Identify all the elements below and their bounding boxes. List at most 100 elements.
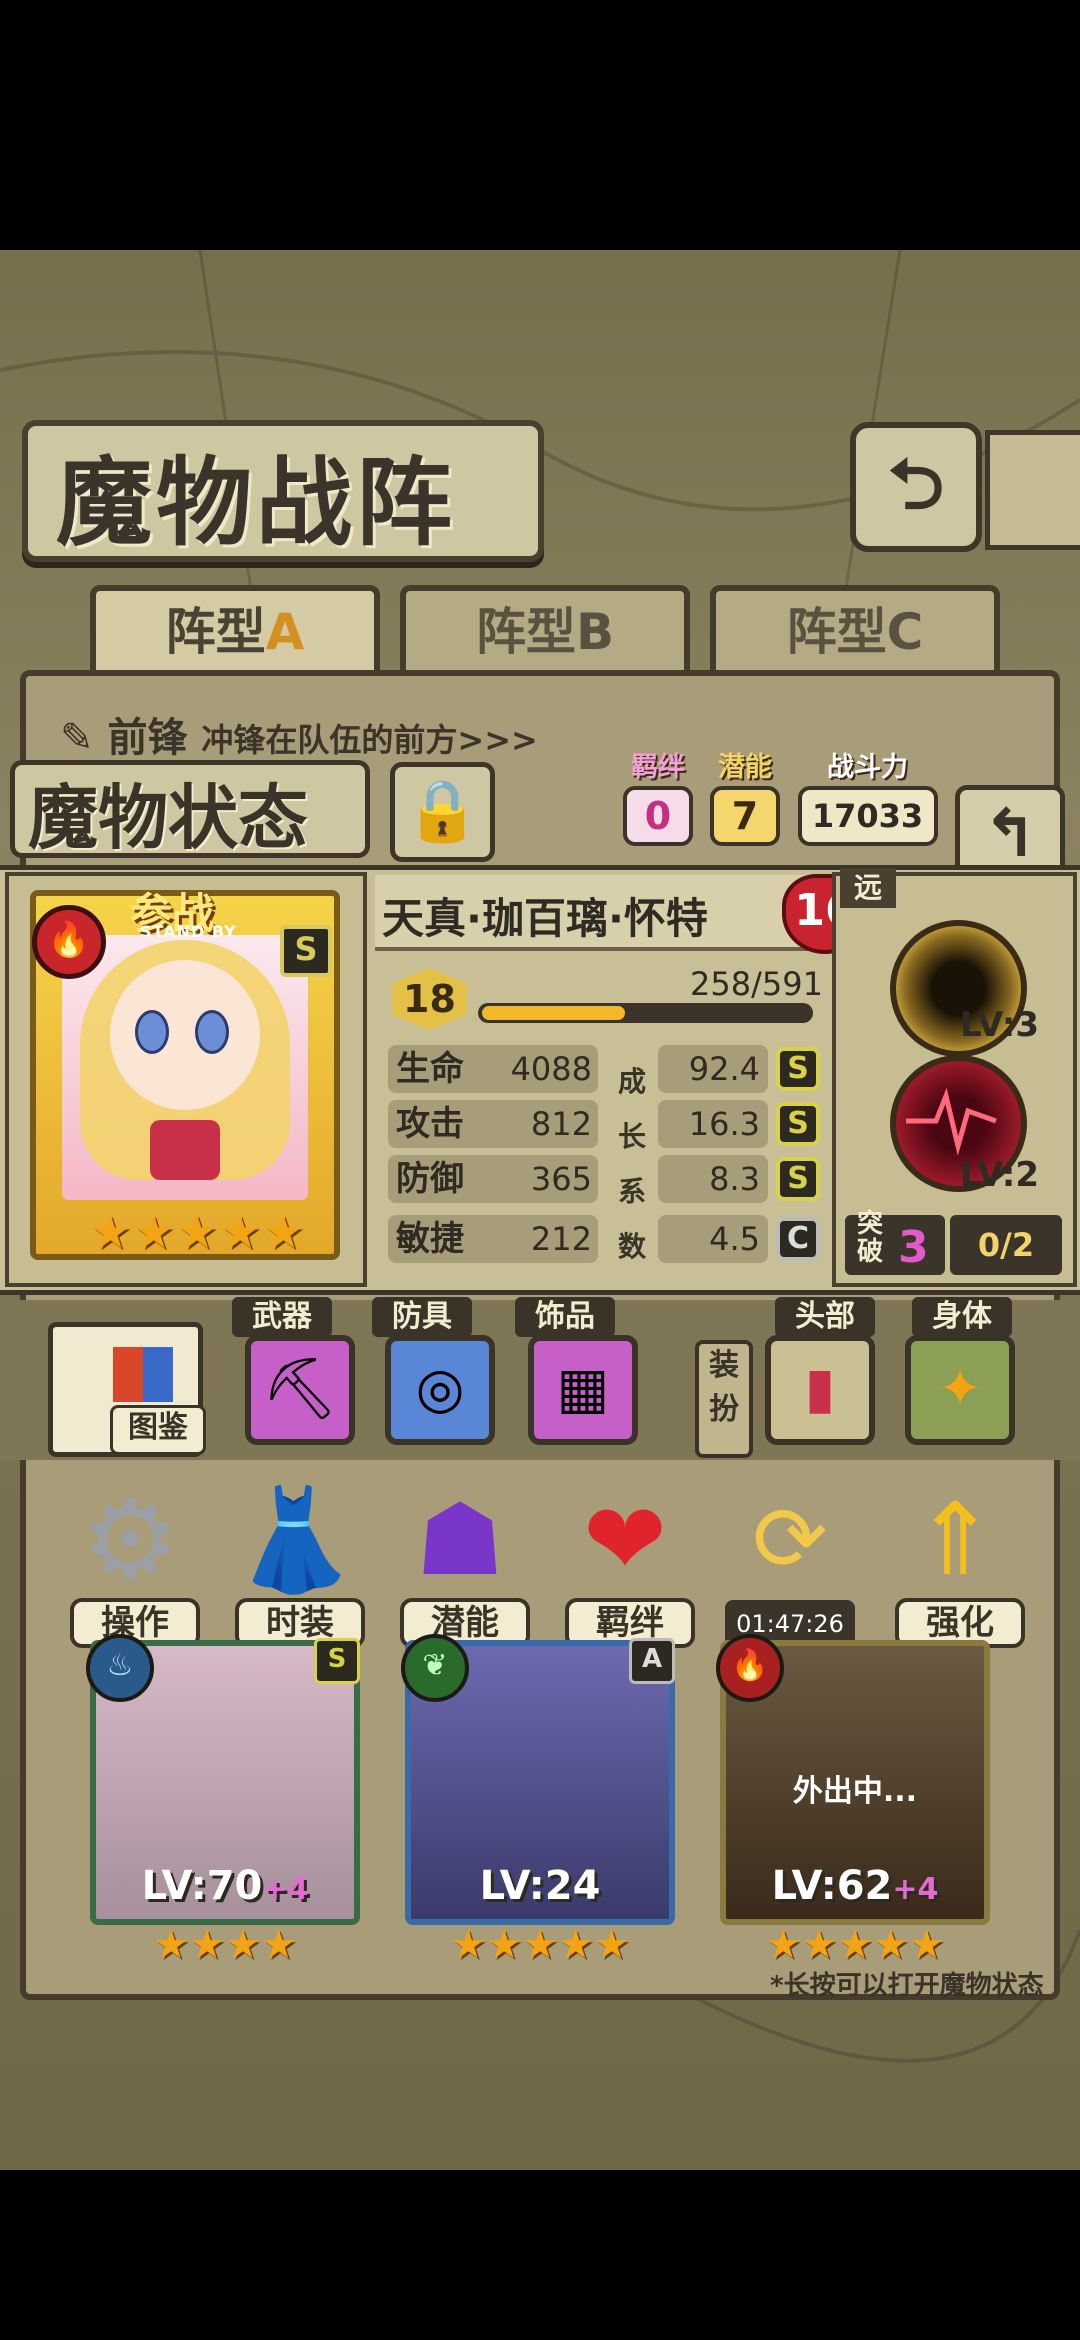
armor-label: 防具 (372, 1297, 472, 1337)
power-value: 17033 (797, 786, 938, 846)
tab-formation-b[interactable]: 阵型B (400, 585, 690, 680)
status-bar-area (0, 0, 1080, 250)
standby-en: STAND BY (140, 922, 237, 941)
stat-growth: 8.3 (658, 1155, 768, 1203)
stat-grade: S (776, 1157, 820, 1201)
weapon-slot[interactable]: ⛏ (245, 1335, 355, 1445)
stat-growth: 16.3 (658, 1100, 768, 1148)
head-label: 头部 (775, 1297, 875, 1337)
stat-value: 4088 (510, 1050, 592, 1088)
growth-label-3: 系 (618, 1175, 647, 1208)
team-level: LV:62+4 (771, 1863, 939, 1909)
back-arrow-icon: ⮌ (887, 443, 945, 525)
exp-bar-fill (482, 1006, 625, 1020)
team-grade: S (314, 1638, 360, 1684)
character-face (110, 960, 260, 1110)
stat-growth: 4.5 (658, 1215, 768, 1263)
book-pages (113, 1347, 173, 1402)
hearts-icon: ❤ (583, 1481, 667, 1598)
head-slot[interactable]: ▮ (765, 1335, 875, 1445)
weapon-label: 武器 (232, 1297, 332, 1337)
team-row: ♨ S LV:70+4 ★★★★ ❦ A LV:24 ★★★★★ 🔥 外出中..… (60, 1634, 1060, 1970)
team-grade: A (629, 1638, 675, 1684)
formation-tabs: 阵型A 阵型B 阵型C (40, 585, 1040, 680)
hint-text: *长按可以打开魔物状态 (770, 1971, 1044, 2001)
lock-button[interactable]: 🔒 (390, 762, 495, 862)
book-label: 图鉴 (110, 1405, 206, 1455)
leaf-element-icon: ❦ (401, 1634, 469, 1702)
accessory-label: 饰品 (515, 1297, 615, 1337)
team-stars: ★★★★★ (765, 1922, 945, 1968)
team-card[interactable]: ❦ A LV:24 (401, 1634, 675, 1925)
character-eye-right (195, 1010, 229, 1054)
talisman-icon: ▮ (804, 1356, 836, 1421)
water-element-icon: ♨ (86, 1634, 154, 1702)
front-row-label: ✎ 前锋 冲锋在队伍的前方>>> (60, 715, 538, 761)
potential-value: 7 (710, 786, 780, 846)
stat-value: 365 (530, 1160, 592, 1198)
tab-formation-c[interactable]: 阵型C (710, 585, 1000, 680)
fire-element-icon: 🔥 (716, 1634, 784, 1702)
power-stat: 战斗力 17033 (795, 745, 940, 855)
range-tag: 远 (840, 868, 896, 908)
team-card[interactable]: 🔥 外出中... LV:62+4 (716, 1634, 990, 1925)
scythe-icon: ⛏ (261, 1354, 339, 1424)
breakthrough-progress: 0/2 (950, 1215, 1062, 1275)
refresh-icon: ⟳ (752, 1487, 828, 1592)
stat-value: 812 (530, 1105, 592, 1143)
return-arrow-icon: ↰ (982, 795, 1038, 872)
body-label: 身体 (912, 1297, 1012, 1337)
tab-formation-a[interactable]: 阵型A (90, 585, 380, 680)
page-title: 魔物战阵 (56, 447, 456, 559)
team-stars: ★★★★★ (450, 1922, 630, 1968)
stat-row-atk: 攻击 812 16.3 S (388, 1100, 820, 1148)
fire-element-icon: 🔥 (32, 905, 106, 979)
nav-bar-area (0, 2170, 1080, 2340)
stat-growth: 92.4 (658, 1045, 768, 1093)
card-grade: S (280, 925, 332, 977)
growth-label-2: 长 (618, 1120, 647, 1153)
armor-slot[interactable]: ◎ (385, 1335, 495, 1445)
action-menu: ⚙ 操作 👗 时装 ☗ 潜能 ❤ 羁绊 ⟳ 01:47:26 ⇑ 强化 (0, 1480, 1080, 1650)
potential-label: 潜能 (718, 752, 772, 783)
team-level: LV:70+4 (141, 1863, 309, 1909)
dress-icon: 👗 (232, 1481, 358, 1598)
team-stars: ★★★★ (153, 1922, 297, 1968)
growth-label-1: 成 (618, 1065, 647, 1098)
stat-value: 212 (530, 1220, 592, 1258)
bond-stat: 羁绊 0 (618, 745, 698, 855)
card-stars: ★★★★★ (90, 1205, 307, 1259)
side-strip (985, 430, 1080, 550)
shadow-demon-icon: ☗ (415, 1481, 505, 1598)
gear-icon: ⚙ (80, 1476, 180, 1604)
tablet-icon: ▦ (556, 1356, 610, 1421)
bond-label: 羁绊 (631, 752, 685, 783)
stat-grade: C (776, 1217, 820, 1261)
skill-level: LV:3 (960, 1005, 1040, 1045)
stars-icon: ✦ (938, 1359, 982, 1419)
back-button[interactable]: ⮌ (850, 422, 982, 552)
away-status: 外出中... (792, 1774, 918, 1809)
lock-icon: 🔒 (405, 776, 480, 846)
character-eye-left (135, 1010, 169, 1054)
growth-label-4: 数 (618, 1230, 647, 1263)
stat-grade: S (776, 1102, 820, 1146)
breakthrough-value: 3 (898, 1222, 929, 1273)
shield-icon: ◎ (415, 1356, 465, 1421)
stat-grade: S (776, 1047, 820, 1091)
sword-icon: ✎ (60, 715, 108, 761)
stat-row-def: 防御 365 8.3 S (388, 1155, 820, 1203)
accessory-slot[interactable]: ▦ (528, 1335, 638, 1445)
power-label: 战斗力 (827, 752, 908, 783)
stat-row-agi: 敏捷 212 4.5 C (388, 1215, 820, 1263)
swap-button[interactable]: ⟳ (725, 1480, 855, 1620)
character-bow (150, 1120, 220, 1180)
potential-stat: 潜能 7 (705, 745, 785, 855)
exp-text: 258/591 (690, 965, 823, 1003)
team-card[interactable]: ♨ S LV:70+4 (86, 1634, 360, 1925)
body-slot[interactable]: ✦ (905, 1335, 1015, 1445)
monster-name: 天真·珈百璃·怀特 (382, 894, 708, 943)
status-title: 魔物状态 (28, 777, 308, 859)
bond-value: 0 (623, 786, 693, 846)
double-arrow-up-icon: ⇑ (913, 1481, 997, 1598)
